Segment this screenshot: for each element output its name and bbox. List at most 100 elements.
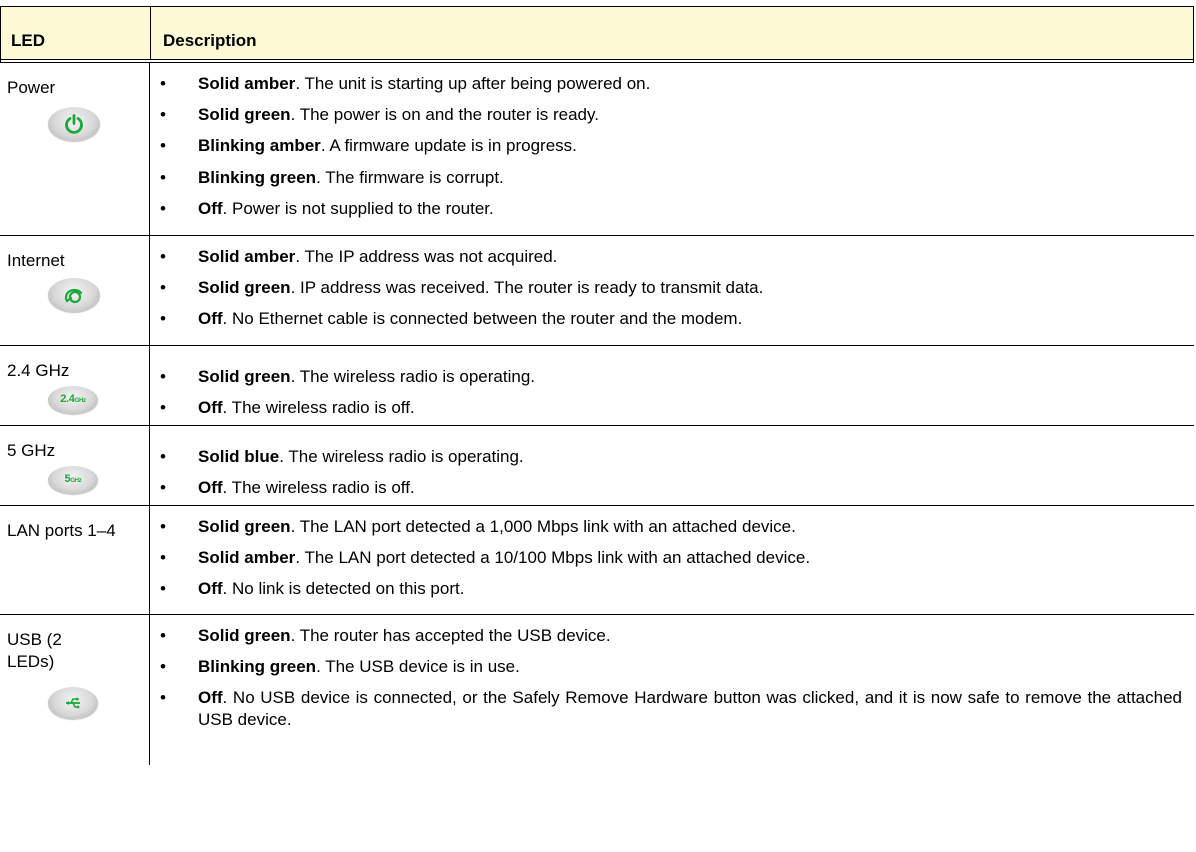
header-led: LED <box>1 7 151 59</box>
usb-icon <box>48 687 98 719</box>
bullet-marker: • <box>160 198 166 218</box>
bullet-marker: • <box>160 309 166 329</box>
state-label: Solid amber <box>198 74 296 93</box>
state-label: Off <box>198 579 223 599</box>
item-text: Off. Power is not supplied to the router… <box>198 198 1182 220</box>
state-label: Blinking green <box>198 167 317 187</box>
led-cell: Power <box>0 63 150 235</box>
led-cell: 2.4 GHz 2.4GHz <box>0 346 150 425</box>
state-label: Solid amber <box>198 247 296 266</box>
icon-unit-label: GHz <box>70 478 82 484</box>
state-description: . The router has accepted the USB device… <box>290 626 611 645</box>
icon-band-label: 2.4 <box>60 393 75 405</box>
list-item: • Off. The wireless radio is off. <box>150 397 1182 419</box>
item-text: Solid green. IP address was received. Th… <box>198 277 1182 299</box>
bullet-marker: • <box>160 447 166 466</box>
list-item: • Off. No link is detected on this port. <box>150 578 1182 600</box>
state-label: Off <box>198 688 223 708</box>
item-text: Blinking green. The firmware is corrupt. <box>198 167 1182 189</box>
wifi-2-4ghz-icon: 2.4GHz <box>48 386 98 414</box>
power-icon <box>48 107 100 141</box>
list-item: • Off. Power is not supplied to the route… <box>150 198 1182 220</box>
state-description: . The power is on and the router is read… <box>290 105 599 125</box>
item-text: Off. The wireless radio is off. <box>198 397 1182 419</box>
state-label: Solid green <box>198 278 291 298</box>
item-text: Off. No Ethernet cable is connected betw… <box>198 308 1182 330</box>
led-name: LAN ports 1–4 <box>7 521 116 540</box>
item-text: Solid amber. The unit is starting up aft… <box>198 73 1182 95</box>
internet-icon <box>48 278 100 312</box>
led-cell: USB (2 LEDs) <box>0 615 150 765</box>
state-description: . No link is detected on this port. <box>222 579 465 599</box>
led-name: 2.4 GHz <box>7 361 70 380</box>
bullet-marker: • <box>160 105 166 125</box>
list-item: • Blinking green. The USB device is in us… <box>150 656 1182 678</box>
state-label: Solid green <box>198 626 291 645</box>
led-cell: 5 GHz 5GHz <box>0 426 150 505</box>
table-row-usb: USB (2 LEDs) • Solid green. The router ha… <box>0 615 1194 765</box>
item-text: Solid amber. The IP address was not acqu… <box>198 246 1182 268</box>
table-row-power: Power • Solid amber. The unit is starting… <box>0 63 1194 236</box>
list-item: • Solid amber. The LAN port detected a 10… <box>150 547 1182 569</box>
state-label: Solid amber <box>198 548 296 568</box>
list-item: • Solid green. The wireless radio is oper… <box>150 366 1182 388</box>
state-description: . The USB device is in use. <box>316 657 520 677</box>
item-text: Solid green. The wireless radio is opera… <box>198 366 1182 388</box>
list-item: • Solid green. The power is on and the ro… <box>150 104 1182 126</box>
state-label: Off <box>198 198 223 218</box>
led-name: 5 GHz <box>7 441 56 460</box>
bullet-marker: • <box>160 278 166 298</box>
list-item: • Off. No Ethernet cable is connected bet… <box>150 308 1182 330</box>
state-description: . The IP address was not acquired. <box>295 247 558 266</box>
state-label: Solid blue <box>198 447 280 466</box>
state-label: Off <box>198 309 223 329</box>
state-description: . The LAN port detected a 10/100 Mbps li… <box>295 548 811 568</box>
list-item: • Solid green. The LAN port detected a 1,… <box>150 516 1182 538</box>
wifi-5ghz-icon: 5GHz <box>48 466 98 494</box>
bullet-marker: • <box>160 136 166 156</box>
bullet-marker: • <box>160 247 166 266</box>
list-item: • Solid amber. The unit is starting up af… <box>150 73 1182 95</box>
bullet-marker: • <box>160 626 166 645</box>
state-description: . No Ethernet cable is connected between… <box>222 309 743 329</box>
description-cell: • Solid green. The LAN port detected a 1,… <box>150 506 1194 614</box>
state-description: . The LAN port detected a 1,000 Mbps lin… <box>290 517 796 536</box>
list-item: • Solid blue. The wireless radio is opera… <box>150 446 1182 468</box>
state-description: . A firmware update is in progress. <box>320 136 577 156</box>
item-text: Solid green. The router has accepted the… <box>198 625 1182 647</box>
state-description: . The firmware is corrupt. <box>316 167 504 187</box>
state-description: . IP address was received. The router is… <box>290 278 764 298</box>
bullet-marker: • <box>160 74 166 93</box>
list-item: • Solid green. The router has accepted th… <box>150 625 1182 647</box>
list-item: • Blinking amber. A firmware update is in… <box>150 135 1182 157</box>
list-item: • Off. No USB device is connected, or the… <box>150 687 1182 731</box>
bullet-marker: • <box>160 167 166 187</box>
bullet-marker: • <box>160 688 166 708</box>
state-description: . No USB device is connected, or the Saf… <box>198 688 1182 730</box>
list-item: • Blinking green. The firmware is corrupt… <box>150 167 1182 189</box>
state-label: Solid green <box>198 105 291 125</box>
state-label: Blinking amber <box>198 136 321 156</box>
description-cell: • Solid green. The wireless radio is oper… <box>150 346 1194 425</box>
state-description: . Power is not supplied to the router. <box>222 198 494 218</box>
led-cell: LAN ports 1–4 <box>0 506 150 614</box>
led-cell: Internet <box>0 236 150 345</box>
item-text: Off. No USB device is connected, or the … <box>198 687 1182 731</box>
bullet-marker: • <box>160 367 166 386</box>
item-text: Solid blue. The wireless radio is operat… <box>198 446 1182 468</box>
table-row-internet: Internet • Solid amber. The IP address wa… <box>0 236 1194 346</box>
item-text: Solid green. The power is on and the rou… <box>198 104 1182 126</box>
bullet-marker: • <box>160 517 166 536</box>
item-text: Off. No link is detected on this port. <box>198 578 1182 600</box>
icon-unit-label: GHz <box>74 398 86 404</box>
item-text: Solid amber. The LAN port detected a 10/… <box>198 547 1182 569</box>
led-name: Internet <box>7 251 65 270</box>
state-description: . The unit is starting up after being po… <box>295 74 651 93</box>
state-description: . The wireless radio is operating. <box>290 367 535 386</box>
bullet-marker: • <box>160 657 166 677</box>
list-item: • Solid green. IP address was received. T… <box>150 277 1182 299</box>
description-cell: • Solid green. The router has accepted th… <box>150 615 1194 765</box>
description-cell: • Solid amber. The unit is starting up af… <box>150 63 1194 235</box>
bullet-marker: • <box>160 398 166 418</box>
bullet-marker: • <box>160 579 166 599</box>
